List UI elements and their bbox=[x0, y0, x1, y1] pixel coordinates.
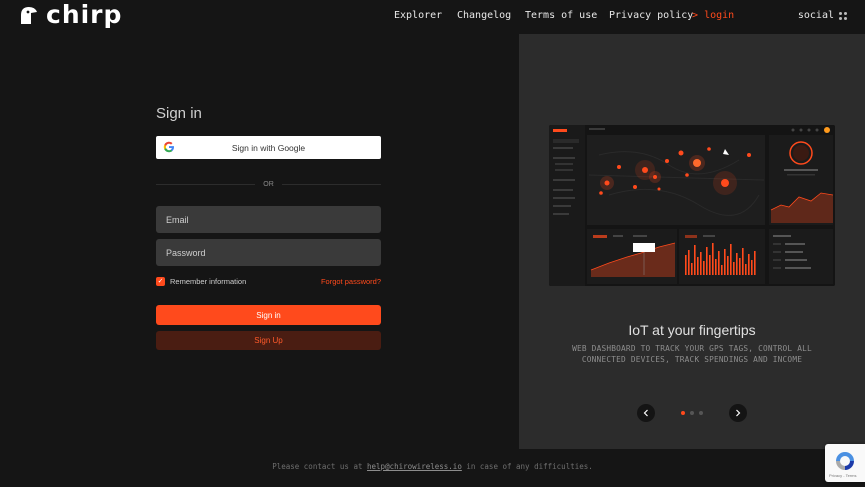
bird-icon bbox=[21, 7, 37, 24]
social-menu[interactable]: social bbox=[798, 10, 847, 21]
brand-name: chirp bbox=[46, 0, 123, 29]
divider-line bbox=[156, 183, 256, 185]
carousel-description: WEB DASHBOARD TO TRACK YOUR GPS TAGS, CO… bbox=[572, 344, 812, 364]
chevron-right-icon: > bbox=[692, 10, 699, 21]
promo-panel: IoT at your fingertips WEB DASHBOARD TO … bbox=[519, 34, 865, 449]
nav-login[interactable]: > login bbox=[692, 10, 734, 21]
recaptcha-badge[interactable]: Privacy - Terms bbox=[825, 444, 865, 482]
email-field[interactable] bbox=[156, 206, 381, 233]
grid-dots-icon bbox=[839, 11, 847, 20]
signin-form: Sign in Sign in with Google OR ✓ Remembe… bbox=[156, 105, 381, 350]
chevron-right-icon bbox=[736, 409, 741, 417]
footer-prefix: Please contact us at bbox=[272, 462, 363, 471]
nav-terms[interactable]: Terms of use bbox=[525, 10, 597, 21]
carousel-dot-1[interactable] bbox=[681, 411, 685, 415]
divider-line bbox=[281, 183, 381, 185]
or-divider: OR bbox=[156, 179, 381, 189]
google-signin-label: Sign in with Google bbox=[231, 142, 306, 153]
recaptcha-icon bbox=[836, 452, 854, 470]
password-field[interactable] bbox=[156, 239, 381, 266]
carousel-dot-2[interactable] bbox=[690, 411, 694, 415]
dashboard-preview-image bbox=[549, 125, 835, 286]
carousel-title: IoT at your fingertips bbox=[628, 322, 756, 338]
brand-logo[interactable]: chirp bbox=[18, 0, 123, 29]
carousel-prev-button[interactable] bbox=[637, 404, 655, 422]
checkmark-icon[interactable]: ✓ bbox=[156, 277, 165, 286]
remember-label: Remember information bbox=[170, 277, 247, 286]
nav-changelog[interactable]: Changelog bbox=[457, 10, 511, 21]
nav-explorer[interactable]: Explorer bbox=[394, 10, 442, 21]
carousel-next-button[interactable] bbox=[729, 404, 747, 422]
footer-suffix: in case of any difficulties. bbox=[466, 462, 593, 471]
chevron-left-icon bbox=[643, 409, 648, 417]
social-label: social bbox=[797, 10, 834, 21]
google-signin-button[interactable]: Sign in with Google bbox=[156, 136, 381, 159]
recaptcha-label: Privacy - Terms bbox=[829, 473, 857, 478]
or-label: OR bbox=[263, 180, 274, 188]
footer-contact: Please contact us at help@chirowireless.… bbox=[0, 462, 865, 471]
signup-button[interactable]: Sign Up bbox=[156, 331, 381, 350]
remember-checkbox[interactable]: ✓ Remember information bbox=[156, 277, 246, 286]
signin-button[interactable]: Sign in bbox=[156, 305, 381, 325]
signin-title: Sign in bbox=[156, 105, 202, 122]
forgot-password-link[interactable]: Forgot password? bbox=[321, 277, 381, 286]
nav-login-label: login bbox=[704, 10, 735, 21]
support-email-link[interactable]: help@chirowireless.io bbox=[367, 462, 462, 471]
carousel-dot-3[interactable] bbox=[699, 411, 703, 415]
google-icon bbox=[163, 141, 174, 153]
nav-privacy[interactable]: Privacy policy bbox=[609, 10, 693, 21]
